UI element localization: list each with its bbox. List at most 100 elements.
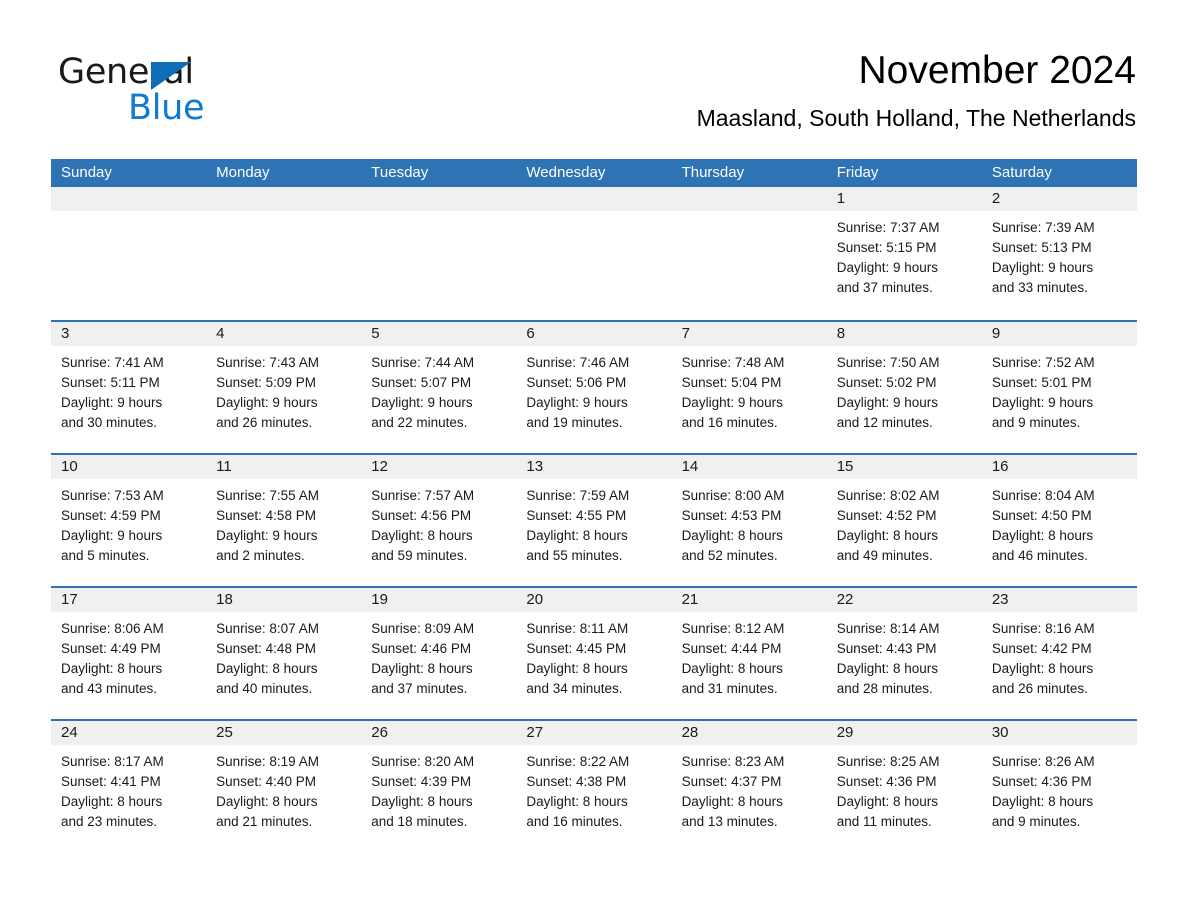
calendar-day-cell[interactable] [516, 187, 672, 320]
day-details: Sunrise: 7:55 AM Sunset: 4:58 PM Dayligh… [206, 479, 361, 566]
daylight-text-line1: Daylight: 8 hours [61, 794, 163, 809]
daylight-text-line1: Daylight: 8 hours [371, 528, 473, 543]
day-number-band: 13 [516, 455, 672, 479]
sunrise-text: Sunrise: 8:06 AM [61, 621, 164, 636]
day-number-band [516, 187, 672, 211]
day-details: Sunrise: 8:14 AM Sunset: 4:43 PM Dayligh… [827, 612, 982, 699]
calendar-table: Sunday Monday Tuesday Wednesday Thursday… [51, 159, 1137, 852]
daylight-text-line2: and 30 minutes. [61, 415, 158, 430]
day-number: 11 [216, 458, 232, 475]
daylight-text-line2: and 52 minutes. [681, 548, 778, 563]
daylight-text-line2: and 34 minutes. [526, 681, 623, 696]
calendar-day-cell[interactable]: 20 Sunrise: 8:11 AM Sunset: 4:45 PM Dayl… [516, 588, 672, 719]
daylight-text-line1: Daylight: 8 hours [681, 528, 783, 543]
calendar-day-cell[interactable] [361, 187, 517, 320]
sunrise-text: Sunrise: 8:00 AM [681, 488, 785, 503]
calendar-day-cell[interactable]: 25 Sunrise: 8:19 AM Sunset: 4:40 PM Dayl… [206, 721, 362, 852]
day-details [206, 211, 361, 218]
calendar-day-cell[interactable]: 12 Sunrise: 7:57 AM Sunset: 4:56 PM Dayl… [361, 455, 517, 586]
page-title: November 2024 [858, 49, 1137, 92]
calendar-day-cell[interactable]: 29 Sunrise: 8:25 AM Sunset: 4:36 PM Dayl… [826, 721, 982, 852]
calendar-day-cell[interactable]: 9 Sunrise: 7:52 AM Sunset: 5:01 PM Dayli… [981, 322, 1137, 453]
day-number: 7 [681, 325, 690, 342]
sunrise-text: Sunrise: 8:22 AM [526, 754, 630, 769]
calendar-day-cell[interactable]: 18 Sunrise: 8:07 AM Sunset: 4:48 PM Dayl… [206, 588, 362, 719]
sunset-text: Sunset: 4:50 PM [991, 508, 1092, 523]
daylight-text-line2: and 21 minutes. [216, 814, 313, 829]
daylight-text-line2: and 37 minutes. [371, 681, 468, 696]
sunrise-text: Sunrise: 8:04 AM [991, 488, 1095, 503]
calendar-day-cell[interactable] [206, 187, 362, 320]
daylight-text-line2: and 28 minutes. [836, 681, 933, 696]
calendar-day-cell[interactable]: 11 Sunrise: 7:55 AM Sunset: 4:58 PM Dayl… [206, 455, 362, 586]
calendar-day-cell[interactable]: 17 Sunrise: 8:06 AM Sunset: 4:49 PM Dayl… [51, 588, 207, 719]
sunrise-text: Sunrise: 8:26 AM [991, 754, 1095, 769]
calendar-week-row: 10 Sunrise: 7:53 AM Sunset: 4:59 PM Dayl… [51, 453, 1137, 586]
daylight-text-line1: Daylight: 8 hours [836, 661, 939, 676]
calendar-day-cell[interactable]: 30 Sunrise: 8:26 AM Sunset: 4:36 PM Dayl… [981, 721, 1137, 852]
calendar-day-cell[interactable]: 8 Sunrise: 7:50 AM Sunset: 5:02 PM Dayli… [826, 322, 982, 453]
day-number: 28 [681, 724, 699, 741]
sunrise-text: Sunrise: 7:41 AM [61, 355, 164, 370]
calendar-day-cell[interactable]: 21 Sunrise: 8:12 AM Sunset: 4:44 PM Dayl… [671, 588, 827, 719]
day-number-band: 18 [206, 588, 362, 612]
day-details: Sunrise: 7:59 AM Sunset: 4:55 PM Dayligh… [516, 479, 671, 566]
sunrise-text: Sunrise: 7:43 AM [216, 355, 319, 370]
calendar-day-cell[interactable]: 3 Sunrise: 7:41 AM Sunset: 5:11 PM Dayli… [51, 322, 207, 453]
calendar-day-cell[interactable]: 13 Sunrise: 7:59 AM Sunset: 4:55 PM Dayl… [516, 455, 672, 586]
day-number-band [206, 187, 362, 211]
calendar-day-cell[interactable]: 28 Sunrise: 8:23 AM Sunset: 4:37 PM Dayl… [671, 721, 827, 852]
calendar-day-cell[interactable]: 26 Sunrise: 8:20 AM Sunset: 4:39 PM Dayl… [361, 721, 517, 852]
sunrise-text: Sunrise: 8:11 AM [526, 621, 629, 636]
daylight-text-line2: and 37 minutes. [836, 280, 933, 295]
calendar-day-cell[interactable]: 5 Sunrise: 7:44 AM Sunset: 5:07 PM Dayli… [361, 322, 517, 453]
weekday-header-wednesday: Wednesday [526, 164, 606, 181]
day-details: Sunrise: 8:11 AM Sunset: 4:45 PM Dayligh… [516, 612, 671, 699]
sunrise-text: Sunrise: 7:37 AM [836, 220, 940, 235]
calendar-day-cell[interactable]: 10 Sunrise: 7:53 AM Sunset: 4:59 PM Dayl… [51, 455, 207, 586]
calendar-day-cell[interactable]: 19 Sunrise: 8:09 AM Sunset: 4:46 PM Dayl… [361, 588, 517, 719]
calendar-day-cell[interactable]: 15 Sunrise: 8:02 AM Sunset: 4:52 PM Dayl… [826, 455, 982, 586]
day-details: Sunrise: 8:17 AM Sunset: 4:41 PM Dayligh… [51, 745, 206, 832]
weekday-header-tuesday: Tuesday [371, 164, 429, 181]
daylight-text-line1: Daylight: 8 hours [991, 528, 1094, 543]
sunrise-text: Sunrise: 7:52 AM [991, 355, 1095, 370]
day-number: 20 [526, 591, 544, 608]
calendar-day-cell[interactable]: 22 Sunrise: 8:14 AM Sunset: 4:43 PM Dayl… [826, 588, 982, 719]
calendar-day-cell[interactable]: 14 Sunrise: 8:00 AM Sunset: 4:53 PM Dayl… [671, 455, 827, 586]
daylight-text-line2: and 26 minutes. [216, 415, 313, 430]
daylight-text-line1: Daylight: 8 hours [61, 661, 163, 676]
calendar-day-cell[interactable]: 2 Sunrise: 7:39 AM Sunset: 5:13 PM Dayli… [981, 187, 1137, 320]
sunrise-text: Sunrise: 8:12 AM [681, 621, 785, 636]
daylight-text-line1: Daylight: 9 hours [681, 395, 783, 410]
sunset-text: Sunset: 4:42 PM [991, 641, 1092, 656]
calendar-day-cell[interactable]: 27 Sunrise: 8:22 AM Sunset: 4:38 PM Dayl… [516, 721, 672, 852]
calendar-day-cell[interactable]: 23 Sunrise: 8:16 AM Sunset: 4:42 PM Dayl… [981, 588, 1137, 719]
daylight-text-line2: and 5 minutes. [61, 548, 150, 563]
calendar-day-cell[interactable]: 4 Sunrise: 7:43 AM Sunset: 5:09 PM Dayli… [206, 322, 362, 453]
sunrise-text: Sunrise: 7:59 AM [526, 488, 630, 503]
sunset-text: Sunset: 4:49 PM [61, 641, 161, 656]
daylight-text-line2: and 18 minutes. [371, 814, 468, 829]
daylight-text-line2: and 33 minutes. [991, 280, 1088, 295]
day-details: Sunrise: 7:41 AM Sunset: 5:11 PM Dayligh… [51, 346, 206, 433]
sunrise-text: Sunrise: 7:48 AM [681, 355, 785, 370]
calendar-day-cell[interactable]: 24 Sunrise: 8:17 AM Sunset: 4:41 PM Dayl… [51, 721, 207, 852]
calendar-day-cell[interactable] [671, 187, 827, 320]
calendar-day-cell[interactable] [51, 187, 207, 320]
daylight-text-line2: and 43 minutes. [61, 681, 158, 696]
daylight-text-line1: Daylight: 9 hours [216, 528, 318, 543]
day-number: 17 [61, 591, 78, 608]
sunset-text: Sunset: 5:09 PM [216, 375, 316, 390]
sunset-text: Sunset: 5:01 PM [991, 375, 1092, 390]
calendar-day-cell[interactable]: 6 Sunrise: 7:46 AM Sunset: 5:06 PM Dayli… [516, 322, 672, 453]
day-number: 14 [681, 458, 699, 475]
calendar-day-cell[interactable]: 1 Sunrise: 7:37 AM Sunset: 5:15 PM Dayli… [826, 187, 982, 320]
calendar-day-cell[interactable]: 16 Sunrise: 8:04 AM Sunset: 4:50 PM Dayl… [981, 455, 1137, 586]
sunrise-text: Sunrise: 8:09 AM [371, 621, 475, 636]
day-details: Sunrise: 7:46 AM Sunset: 5:06 PM Dayligh… [516, 346, 671, 433]
day-details: Sunrise: 7:57 AM Sunset: 4:56 PM Dayligh… [361, 479, 516, 566]
sunrise-text: Sunrise: 7:39 AM [991, 220, 1095, 235]
calendar-day-cell[interactable]: 7 Sunrise: 7:48 AM Sunset: 5:04 PM Dayli… [671, 322, 827, 453]
sunrise-text: Sunrise: 8:07 AM [216, 621, 319, 636]
